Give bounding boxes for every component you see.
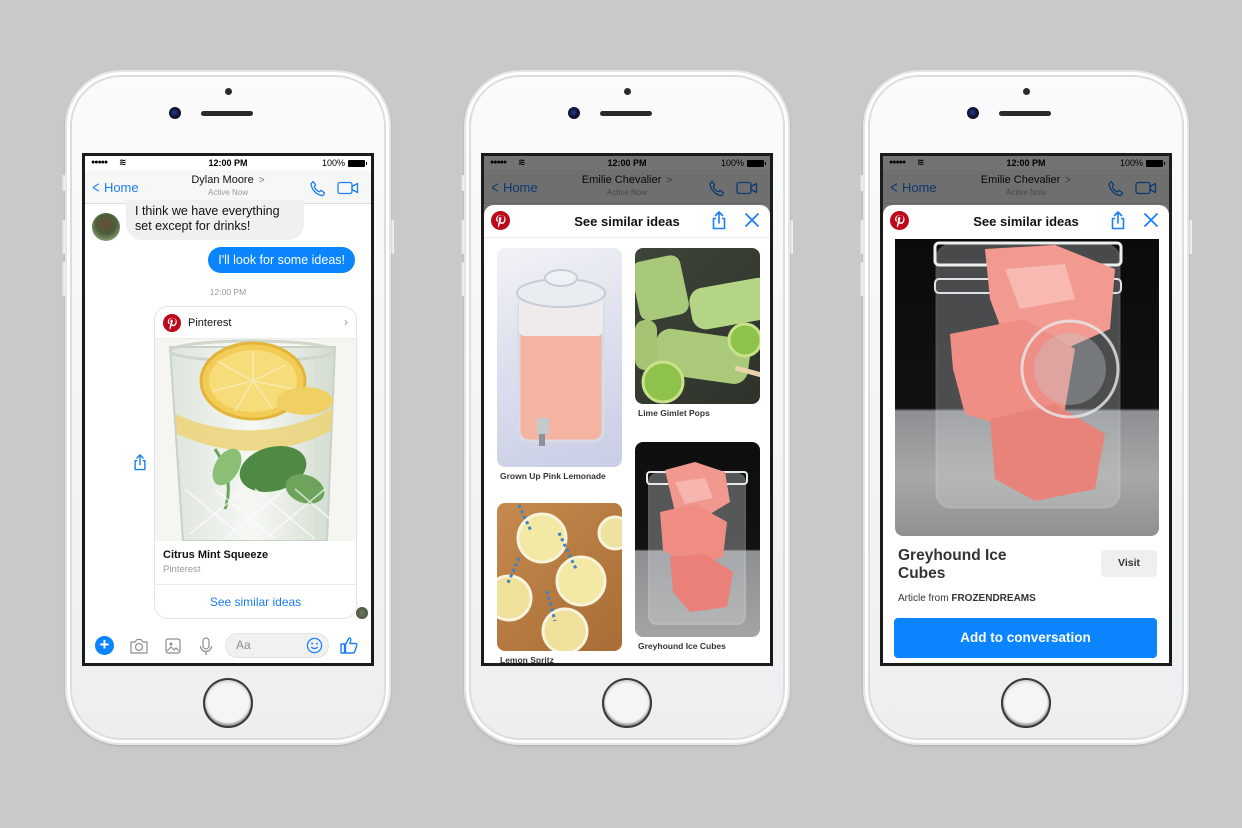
close-icon[interactable] <box>1143 212 1159 228</box>
pin-image <box>635 442 760 637</box>
screen: ●●●●● ≋ 12:00 PM 100% < Home Dylan Moore… <box>82 153 374 666</box>
plus-icon[interactable]: + <box>95 636 114 655</box>
front-camera <box>967 107 979 119</box>
incoming-message: I think we have everything set except fo… <box>126 200 304 240</box>
pin-label: Lemon Spritz <box>500 655 554 663</box>
emoji-icon[interactable] <box>306 637 323 654</box>
front-camera <box>169 107 181 119</box>
pin-grown-up-pink-lemonade[interactable]: Grown Up Pink Lemonade <box>497 248 622 482</box>
pin-label: Greyhound Ice Cubes <box>638 641 726 651</box>
add-to-conversation-button[interactable]: Add to conversation <box>894 618 1157 658</box>
screen: ●●●●● ≋ 12:00 PM 100% < Home Emilie Chev… <box>481 153 773 666</box>
card-title: Citrus Mint Squeeze <box>163 549 269 561</box>
card-source-name: Pinterest <box>188 316 232 329</box>
close-icon[interactable] <box>744 212 760 228</box>
card-image-citrus-mint[interactable] <box>155 339 356 541</box>
article-source-name[interactable]: FROZENDREAMS <box>951 593 1035 604</box>
message-input[interactable]: Aa <box>225 633 329 658</box>
proximity-sensor <box>624 88 631 95</box>
share-icon[interactable] <box>1109 210 1127 230</box>
phone-similar-ideas: ●●●●● ≋ 12:00 PM 100% < Home Emilie Chev… <box>461 70 793 745</box>
share-icon[interactable] <box>132 453 148 471</box>
image-icon[interactable] <box>163 636 183 656</box>
home-button[interactable] <box>602 678 652 728</box>
see-similar-ideas-button[interactable]: See similar ideas <box>155 584 356 618</box>
article-prefix: Article from <box>898 593 949 604</box>
pin-title: Greyhound Ice Cubes <box>898 547 1007 582</box>
volume-up-button <box>461 220 464 254</box>
active-status: Active Now <box>207 188 248 197</box>
pin-detail-sheet: See similar ideas Greyhound Ice Cubes Vi… <box>883 205 1169 663</box>
pinterest-logo-icon <box>163 314 181 332</box>
message-composer: + Aa <box>85 627 371 663</box>
volume-down-button <box>461 262 464 296</box>
message-timestamp: 12:00 PM <box>209 287 247 297</box>
mute-switch <box>860 175 863 191</box>
phone-icon[interactable] <box>309 180 327 198</box>
volume-up-button <box>62 220 65 254</box>
message-input-placeholder: Aa <box>236 638 251 652</box>
volume-up-button <box>860 220 863 254</box>
pinterest-share-card: Pinterest › Citrus Mint Squeeze Pinteres… <box>154 306 357 619</box>
screen: ●●●●● ≋ 12:00 PM 100% < Home Emilie Chev… <box>880 153 1172 666</box>
earpiece-speaker <box>600 111 652 116</box>
video-camera-icon[interactable] <box>337 181 359 195</box>
pin-detail-image[interactable] <box>895 239 1159 536</box>
volume-down-button <box>62 262 65 296</box>
contact-avatar[interactable] <box>92 213 120 241</box>
card-header[interactable]: Pinterest › <box>155 307 356 339</box>
chevron-right-icon: › <box>344 315 348 329</box>
mute-switch <box>461 175 464 191</box>
share-icon[interactable] <box>710 210 728 230</box>
status-bar: ●●●●● ≋ 12:00 PM 100% <box>85 156 371 170</box>
power-button <box>391 220 394 254</box>
battery-percentage: 100% <box>321 158 345 168</box>
earpiece-speaker <box>201 111 253 116</box>
pin-greyhound-ice-cubes[interactable]: Greyhound Ice Cubes <box>635 442 760 652</box>
pin-image <box>635 248 760 404</box>
article-source: Article from FROZENDREAMS <box>898 593 1036 604</box>
similar-ideas-sheet: See similar ideas Grown Up Pink Lemonade <box>484 205 770 663</box>
home-button[interactable] <box>203 678 253 728</box>
proximity-sensor <box>225 88 232 95</box>
power-button <box>1189 220 1192 254</box>
read-receipt-avatar <box>356 607 368 619</box>
visit-button[interactable]: Visit <box>1101 550 1157 577</box>
chevron-right-icon: > <box>258 175 265 186</box>
card-subtitle: Pinterest <box>163 564 201 575</box>
pin-label: Lime Gimlet Pops <box>638 408 710 418</box>
camera-icon[interactable] <box>129 636 149 656</box>
pin-image <box>497 248 622 467</box>
volume-down-button <box>860 262 863 296</box>
sheet-header: See similar ideas <box>484 205 770 238</box>
pin-lemon-spritz[interactable]: Lemon Spritz <box>497 503 622 663</box>
pin-lime-gimlet-pops[interactable]: Lime Gimlet Pops <box>635 248 760 419</box>
pin-label: Grown Up Pink Lemonade <box>500 471 606 481</box>
outgoing-message: I'll look for some ideas! <box>208 247 355 273</box>
contact-name-text: Dylan Moore <box>191 174 254 186</box>
contact-name[interactable]: Dylan Moore > <box>85 174 371 186</box>
thumbs-up-icon[interactable] <box>339 635 359 655</box>
phone-chat: ●●●●● ≋ 12:00 PM 100% < Home Dylan Moore… <box>62 70 394 745</box>
power-button <box>790 220 793 254</box>
conversation-header: < Home Dylan Moore > Active Now <box>85 170 371 204</box>
lemon-glass-illustration <box>155 339 356 541</box>
proximity-sensor <box>1023 88 1030 95</box>
home-button[interactable] <box>1001 678 1051 728</box>
pin-image <box>497 503 622 651</box>
phone-pin-detail: ●●●●● ≋ 12:00 PM 100% < Home Emilie Chev… <box>860 70 1192 745</box>
battery-icon <box>348 160 367 167</box>
front-camera <box>568 107 580 119</box>
earpiece-speaker <box>999 111 1051 116</box>
sheet-header: See similar ideas <box>883 205 1169 238</box>
mute-switch <box>62 175 65 191</box>
microphone-icon[interactable] <box>196 636 216 656</box>
